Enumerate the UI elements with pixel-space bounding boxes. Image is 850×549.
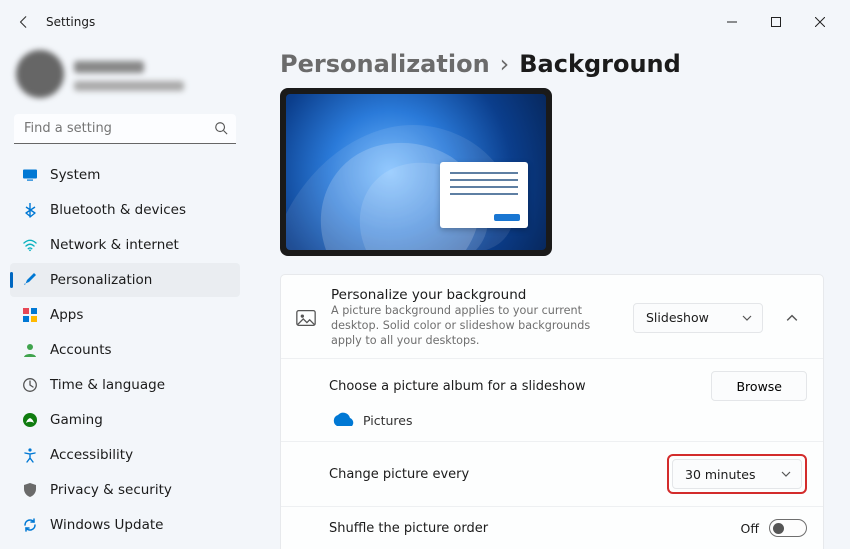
picture-icon: [295, 307, 317, 329]
sidebar-item-label: Apps: [50, 307, 83, 323]
interval-dropdown[interactable]: 30 minutes: [672, 459, 802, 489]
main-content: Personalization › Background: [250, 44, 850, 549]
card-subtitle: A picture background applies to your cur…: [331, 303, 619, 348]
sidebar-item-label: Accounts: [50, 342, 112, 358]
sidebar-item-bluetooth[interactable]: Bluetooth & devices: [10, 193, 240, 227]
system-icon: [22, 167, 38, 183]
chevron-up-icon: [786, 312, 798, 324]
close-button[interactable]: [798, 7, 842, 37]
album-source: Pictures: [281, 407, 823, 441]
accessibility-icon: [22, 447, 38, 463]
chevron-down-icon: [781, 469, 791, 479]
sidebar-item-personalization[interactable]: Personalization: [10, 263, 240, 297]
desktop-preview: [280, 88, 552, 256]
apps-icon: [22, 307, 38, 323]
search-icon: [214, 121, 228, 135]
gaming-icon: [22, 412, 38, 428]
update-icon: [22, 517, 38, 533]
wifi-icon: [22, 237, 38, 253]
browse-button[interactable]: Browse: [711, 371, 807, 401]
shuffle-toggle[interactable]: [769, 519, 807, 537]
breadcrumb-current: Background: [519, 50, 681, 78]
sidebar-item-label: Windows Update: [50, 517, 163, 533]
back-button[interactable]: [8, 6, 40, 38]
minimize-button[interactable]: [710, 7, 754, 37]
user-name: [74, 61, 144, 73]
paintbrush-icon: [22, 272, 38, 288]
album-row: Choose a picture album for a slideshow B…: [281, 358, 823, 407]
sidebar-item-system[interactable]: System: [10, 158, 240, 192]
sidebar-item-label: Bluetooth & devices: [50, 202, 186, 218]
card-title: Personalize your background: [331, 287, 619, 303]
expand-toggle[interactable]: [777, 303, 807, 333]
maximize-button[interactable]: [754, 7, 798, 37]
interval-label: Change picture every: [329, 467, 667, 482]
onedrive-icon: [329, 411, 355, 429]
sidebar-item-time[interactable]: Time & language: [10, 368, 240, 402]
shield-icon: [22, 482, 38, 498]
shuffle-row: Shuffle the picture order Off: [281, 506, 823, 549]
shuffle-state: Off: [741, 521, 759, 536]
user-profile[interactable]: [10, 48, 240, 110]
sidebar-item-windows-update[interactable]: Windows Update: [10, 508, 240, 542]
highlight-annotation: 30 minutes: [667, 454, 807, 494]
sidebar-item-label: Network & internet: [50, 237, 179, 253]
preview-dialog-icon: [440, 162, 528, 228]
breadcrumb-parent[interactable]: Personalization: [280, 50, 490, 78]
sidebar-item-network[interactable]: Network & internet: [10, 228, 240, 262]
clock-icon: [22, 377, 38, 393]
avatar: [16, 50, 64, 98]
album-source-label: Pictures: [363, 413, 413, 428]
breadcrumb: Personalization › Background: [280, 50, 824, 78]
sidebar-item-privacy[interactable]: Privacy & security: [10, 473, 240, 507]
person-icon: [22, 342, 38, 358]
sidebar-item-label: Gaming: [50, 412, 103, 428]
dropdown-value: Slideshow: [646, 310, 709, 325]
user-email: [74, 81, 184, 91]
interval-row: Change picture every 30 minutes: [281, 441, 823, 506]
window-title: Settings: [46, 15, 95, 29]
titlebar: Settings: [0, 0, 850, 44]
sidebar-item-apps[interactable]: Apps: [10, 298, 240, 332]
sidebar-item-gaming[interactable]: Gaming: [10, 403, 240, 437]
sidebar-item-label: Time & language: [50, 377, 165, 393]
sidebar-item-label: System: [50, 167, 100, 183]
bluetooth-icon: [22, 202, 38, 218]
sidebar-item-label: Personalization: [50, 272, 152, 288]
chevron-down-icon: [742, 313, 752, 323]
sidebar-item-accessibility[interactable]: Accessibility: [10, 438, 240, 472]
sidebar: System Bluetooth & devices Network & int…: [0, 44, 250, 549]
search-box[interactable]: [14, 114, 236, 144]
nav-list: System Bluetooth & devices Network & int…: [10, 158, 240, 542]
chevron-right-icon: ›: [500, 50, 510, 78]
sidebar-item-accounts[interactable]: Accounts: [10, 333, 240, 367]
background-card: Personalize your background A picture ba…: [280, 274, 824, 549]
sidebar-item-label: Privacy & security: [50, 482, 172, 498]
album-label: Choose a picture album for a slideshow: [329, 379, 711, 394]
search-input[interactable]: [14, 114, 236, 144]
dropdown-value: 30 minutes: [685, 467, 755, 482]
sidebar-item-label: Accessibility: [50, 447, 133, 463]
background-mode-dropdown[interactable]: Slideshow: [633, 303, 763, 333]
shuffle-label: Shuffle the picture order: [329, 521, 741, 536]
